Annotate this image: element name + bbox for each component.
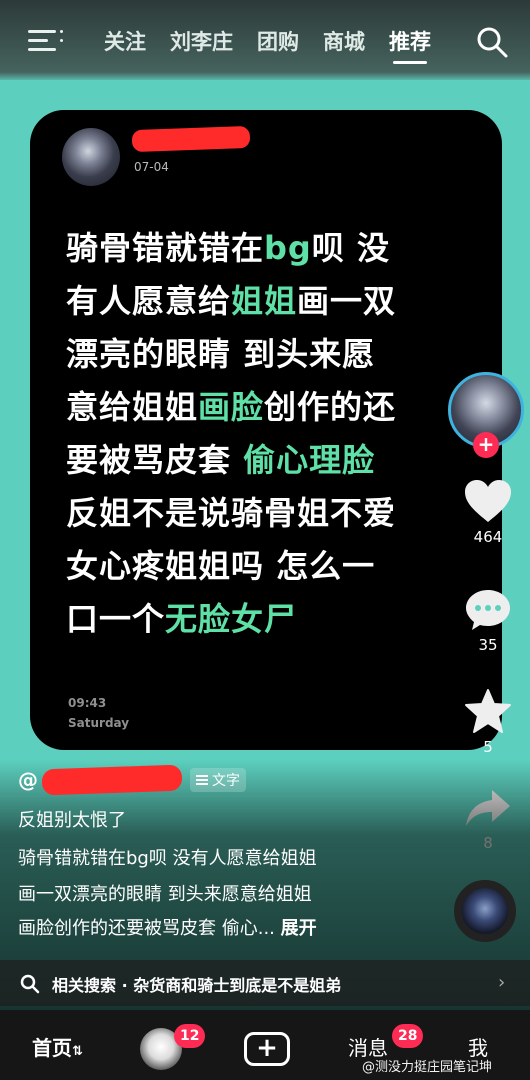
post-body-line: 口一个无脸女尸 <box>66 593 476 646</box>
follow-plus-icon[interactable]: + <box>473 432 499 458</box>
caption-line: 画一双漂亮的眼睛 到头来愿意给姐姐 <box>18 884 312 905</box>
search-icon[interactable] <box>476 26 508 58</box>
highlighted-text: 偷心理脸 <box>243 441 376 479</box>
caption-line: 骑骨错就错在bg呗 没有人愿意给姐姐 <box>18 848 317 869</box>
music-disc[interactable] <box>454 880 516 942</box>
nav-home[interactable]: 首页⇅ <box>32 1032 83 1061</box>
redacted-author-name <box>41 764 183 796</box>
caption-title: 反姐别太恨了 <box>18 810 126 831</box>
related-search-text: 相关搜索 · 杂货商和骑士到底是不是姐弟 <box>52 976 342 995</box>
post-body-line: 要被骂皮套 偷心理脸 <box>66 434 476 487</box>
caption-line-text: 画脸创作的还要被骂皮套 偷心... <box>18 918 275 939</box>
body-text: 画一双 <box>297 282 397 320</box>
body-text: 反姐不是说骑骨姐不爱 <box>66 494 397 532</box>
tab-recommend[interactable]: 推荐 <box>389 28 431 64</box>
post-day: Saturday <box>68 716 130 730</box>
nav-home-label: 首页 <box>32 1036 72 1060</box>
body-text: 漂亮的眼睛 到头来愿 <box>66 335 376 373</box>
create-post-button[interactable]: + <box>244 1032 290 1066</box>
swap-arrows-icon: ⇅ <box>72 1044 83 1059</box>
caption-author[interactable]: @ 文字 <box>18 764 246 796</box>
post-body-text: 骑骨错就错在bg呗 没有人愿意给姐姐画一双 漂亮的眼睛 到头来愿 意给姐姐画脸创作的… <box>66 222 476 646</box>
body-text: 呗 没 <box>311 229 390 267</box>
comment-icon <box>466 590 510 630</box>
body-text: 骑骨错就错在 <box>66 229 265 267</box>
body-text: 口一个 <box>66 600 166 638</box>
caption-line: 画脸创作的还要被骂皮套 偷心... 展开 <box>18 914 317 940</box>
text-lines-icon <box>196 775 208 785</box>
body-text: 要被骂皮套 <box>66 441 244 479</box>
feed-tabs: 关注 刘李庄 团购 商城 推荐 <box>104 28 455 64</box>
tab-mall[interactable]: 商城 <box>323 28 365 56</box>
highlighted-text: 无脸女尸 <box>165 600 298 638</box>
star-icon <box>465 689 511 733</box>
messages-badge: 28 <box>392 1024 424 1048</box>
friends-badge: 12 <box>174 1024 206 1048</box>
chevron-right-icon: › <box>498 972 506 993</box>
tab-group-buy[interactable]: 团购 <box>257 28 299 56</box>
post-card[interactable]: 07-04 骑骨错就错在bg呗 没有人愿意给姐姐画一双 漂亮的眼睛 到头来愿 意给姐… <box>30 110 502 750</box>
favorite-button[interactable]: 5 <box>458 688 518 756</box>
highlighted-text: 姐姐 <box>231 282 298 320</box>
post-body-line: 意给姐姐画脸创作的还 <box>66 381 476 434</box>
body-text: 意给姐姐 <box>66 388 199 426</box>
comment-count: 35 <box>478 636 498 654</box>
post-body-line: 漂亮的眼睛 到头来愿 <box>66 328 476 381</box>
like-count: 464 <box>473 528 503 546</box>
body-text: 女心疼姐姐吗 怎么一 <box>66 547 376 585</box>
text-post-tag: 文字 <box>190 768 246 792</box>
like-button[interactable]: 464 <box>458 478 518 546</box>
post-date: 07-04 <box>134 160 169 174</box>
tab-local[interactable]: 刘李庄 <box>170 28 233 56</box>
post-body-line: 女心疼姐姐吗 怎么一 <box>66 540 476 593</box>
text-post-tag-label: 文字 <box>212 773 240 789</box>
comment-button[interactable]: 35 <box>458 588 518 654</box>
favorite-count: 5 <box>483 738 493 756</box>
tab-following[interactable]: 关注 <box>104 28 146 56</box>
body-text: 创作的还 <box>264 388 397 426</box>
post-body-line: 反姐不是说骑骨姐不爱 <box>66 487 476 540</box>
body-text: 有人愿意给 <box>66 282 232 320</box>
post-time: 09:43 <box>68 696 107 710</box>
post-body-line: 有人愿意给姐姐画一双 <box>66 275 476 328</box>
expand-button[interactable]: 展开 <box>281 918 317 939</box>
watermark: @测没力挺庄园笔记坤 <box>362 1060 493 1075</box>
highlighted-text: 画脸 <box>198 388 265 426</box>
menu-icon[interactable] <box>28 30 63 52</box>
post-author-avatar[interactable] <box>62 128 120 186</box>
highlighted-text: bg <box>264 229 312 267</box>
search-icon <box>20 974 40 994</box>
heart-icon <box>465 480 511 522</box>
post-body-line: 骑骨错就错在bg呗 没 <box>66 222 476 275</box>
related-search-bar[interactable]: 相关搜索 · 杂货商和骑士到底是不是姐弟 › <box>0 960 530 1006</box>
top-nav-bar: 关注 刘李庄 团购 商城 推荐 <box>0 0 530 80</box>
redacted-username <box>131 125 251 153</box>
at-sign: @ <box>18 768 38 792</box>
